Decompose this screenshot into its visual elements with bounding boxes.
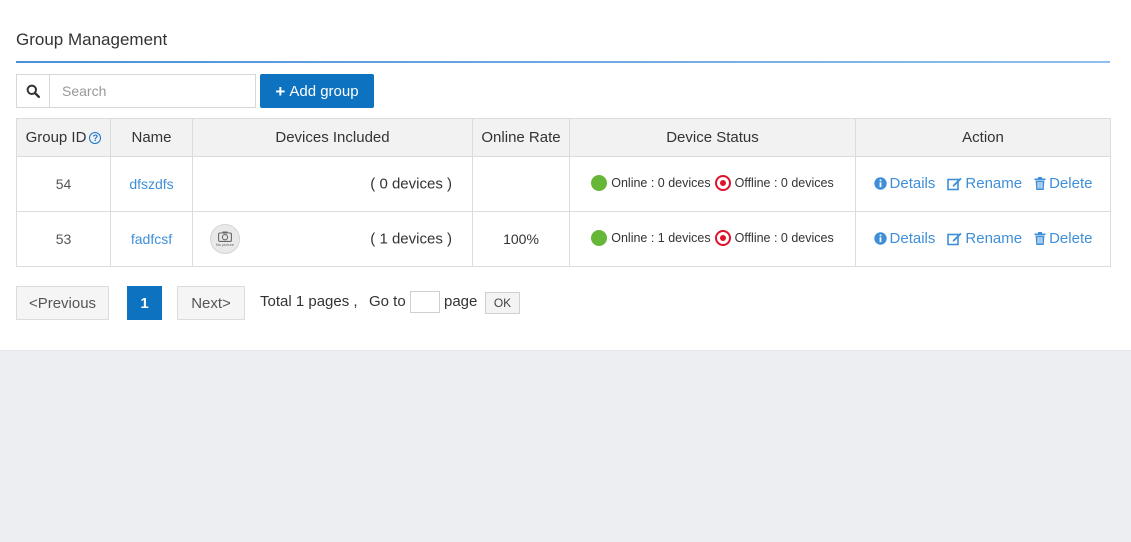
offline-status-icon	[714, 174, 731, 191]
online-count: Online : 1 devices	[611, 230, 711, 245]
trash-icon	[1034, 232, 1046, 245]
header-group-id: Group ID?	[16, 118, 111, 157]
total-pages-text: Total 1 pages ,	[260, 293, 358, 310]
rename-button[interactable]: Rename	[947, 175, 1022, 192]
offline-count: Offline : 0 devices	[734, 230, 834, 245]
help-icon[interactable]: ?	[89, 132, 102, 145]
group-table: Group ID? Name Devices Included Online R…	[16, 118, 1111, 267]
group-name-link[interactable]: dfszdfs	[129, 176, 173, 192]
goto-ok-button[interactable]: OK	[485, 292, 520, 314]
delete-button[interactable]: Delete	[1034, 175, 1092, 192]
header-name: Name	[110, 118, 193, 157]
online-rate-cell: 100%	[472, 211, 570, 267]
group-id-cell: 54	[16, 156, 111, 212]
trash-icon	[1034, 177, 1046, 190]
online-status-icon	[591, 174, 608, 191]
edit-icon	[947, 177, 962, 190]
goto-page-input[interactable]	[410, 291, 440, 313]
online-count: Online : 0 devices	[611, 175, 711, 190]
rename-button[interactable]: Rename	[947, 230, 1022, 247]
group-name-cell: dfszdfs	[110, 156, 193, 212]
search-input[interactable]	[50, 75, 255, 107]
details-button[interactable]: Details	[873, 175, 935, 192]
edit-icon	[947, 232, 962, 245]
header-online-rate: Online Rate	[472, 118, 570, 157]
next-page-button[interactable]: Next>	[177, 286, 245, 320]
details-button[interactable]: Details	[873, 230, 935, 247]
plus-icon: +	[275, 81, 286, 101]
page-1-button[interactable]: 1	[127, 286, 162, 320]
device-status-cell: Online : 1 devices Offline : 0 devices	[569, 211, 856, 267]
add-group-button[interactable]: + Add group	[260, 74, 374, 108]
action-cell: Details Rename Delete	[855, 211, 1111, 267]
offline-status-icon	[714, 229, 731, 246]
offline-count: Offline : 0 devices	[734, 175, 834, 190]
online-status-icon	[591, 229, 608, 246]
info-icon	[873, 177, 887, 190]
devices-included-cell: No picture ( 1 devices )	[192, 211, 473, 267]
devices-included-cell: ( 0 devices )	[192, 156, 473, 212]
group-name-link[interactable]: fadfcsf	[131, 231, 172, 247]
delete-button[interactable]: Delete	[1034, 230, 1092, 247]
table-row: 54 dfszdfs ( 0 devices ) Online : 0 devi…	[16, 156, 1111, 212]
header-device-status: Device Status	[569, 118, 856, 157]
table-row: 53 fadfcsf No picture ( 1 devices ) 100%…	[16, 211, 1111, 267]
table-header-row: Group ID? Name Devices Included Online R…	[16, 118, 1111, 157]
no-picture-icon: No picture	[210, 224, 240, 254]
goto-label: Go to	[369, 293, 406, 310]
no-picture-label: No picture	[215, 242, 235, 247]
header-action: Action	[855, 118, 1111, 157]
group-id-cell: 53	[16, 211, 111, 267]
action-cell: Details Rename Delete	[855, 156, 1111, 212]
header-devices-included: Devices Included	[192, 118, 473, 157]
page-label: page	[444, 293, 478, 310]
title-divider	[16, 61, 1110, 63]
device-status-cell: Online : 0 devices Offline : 0 devices	[569, 156, 856, 212]
previous-page-button[interactable]: <Previous	[16, 286, 109, 320]
online-rate-cell	[472, 156, 570, 212]
device-count: ( 0 devices )	[370, 175, 452, 193]
device-count: ( 1 devices )	[370, 230, 452, 248]
search-icon[interactable]	[17, 75, 50, 107]
group-management-card: Group Management + Add group Group ID? N…	[0, 0, 1131, 351]
page-title: Group Management	[16, 30, 168, 49]
group-name-cell: fadfcsf	[110, 211, 193, 267]
search-box	[16, 74, 256, 108]
info-icon	[873, 232, 887, 245]
add-group-label: Add group	[289, 82, 359, 100]
